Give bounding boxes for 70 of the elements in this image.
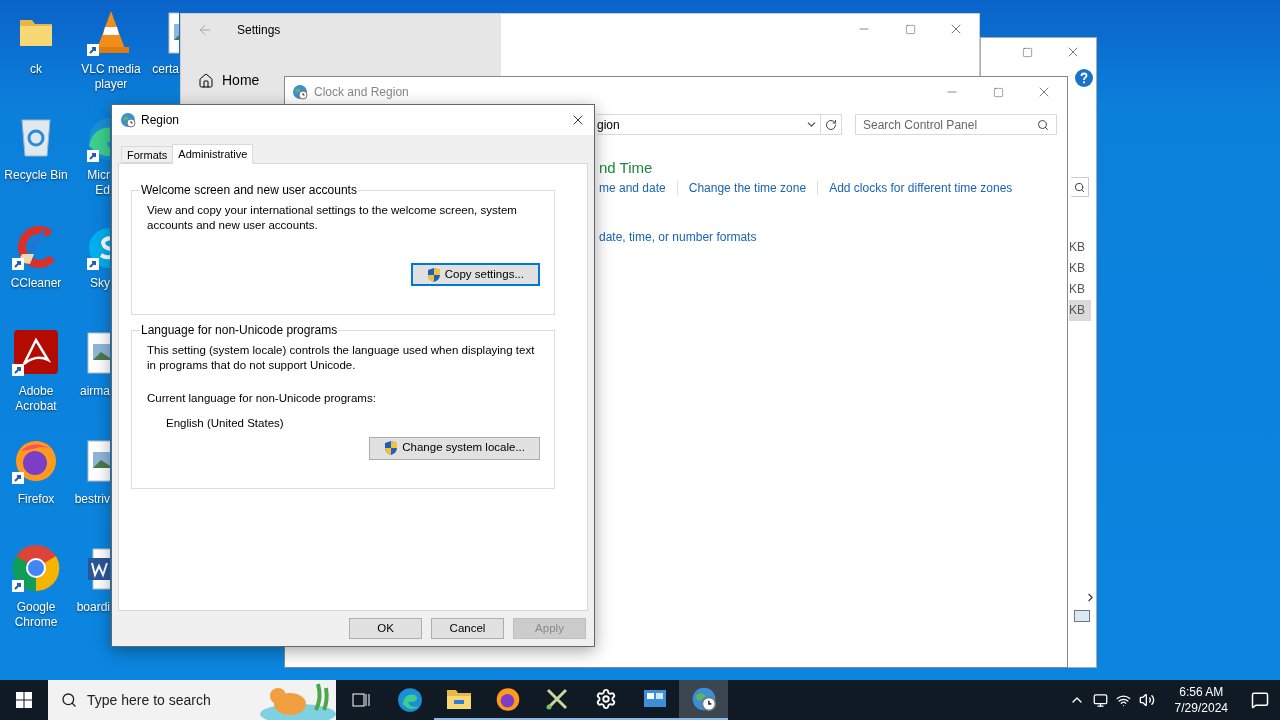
tab[interactable]: Formats (121, 146, 173, 163)
shortcut-arrow-icon (12, 472, 24, 484)
search-icon (61, 692, 77, 708)
description-text: View and copy your international settings to the welcome screen, system accounts and new user accounts. (147, 203, 518, 233)
clock[interactable]: 6:56 AM 7/29/2024 (1170, 684, 1232, 716)
file-size: KB (1069, 281, 1086, 298)
search-field[interactable] (1071, 177, 1089, 197)
help-icon[interactable] (1075, 69, 1093, 87)
search-field[interactable]: Search Control Panel (855, 114, 1057, 135)
section-heading: nd Time (599, 159, 653, 177)
field-label: Current language for non-Unicode programs: (147, 391, 377, 406)
windows-logo-icon (16, 692, 32, 708)
notifications-icon[interactable] (1251, 691, 1269, 709)
refresh-button[interactable] (821, 114, 842, 135)
shield-icon (384, 440, 399, 456)
desktop-icon-label[interactable]: VLC media player (73, 62, 149, 92)
link[interactable]: Add clocks for different time zones (829, 179, 1013, 197)
globe-clock-icon (690, 686, 717, 712)
maximize-icon (1021, 46, 1033, 58)
search-field[interactable]: Type here to search (48, 680, 336, 720)
maximize-icon (904, 23, 916, 35)
thumbnail-view-icon[interactable] (1074, 610, 1090, 622)
action-button[interactable]: Copy settings... (410, 263, 540, 286)
taskbar-button[interactable] (679, 680, 728, 720)
globe-clock-icon (120, 112, 136, 128)
group-title: Language for non-Unicode programs (140, 322, 339, 339)
task-view-icon (350, 691, 371, 709)
dialog-title: Region (141, 112, 180, 129)
search-icon (1037, 118, 1049, 131)
device-icon[interactable] (1092, 692, 1108, 708)
globe-clock-icon (292, 84, 308, 100)
locale-value: English (United States) (166, 416, 285, 432)
volume-icon[interactable] (1138, 692, 1155, 708)
group-title: Welcome screen and new user accounts (140, 182, 358, 199)
crossed-tools-icon (544, 687, 569, 711)
sidebar-item[interactable]: Home (222, 70, 260, 91)
firefox-icon (494, 686, 521, 712)
desktop-icon-label[interactable]: certa (147, 62, 179, 77)
search-icon (1074, 181, 1085, 193)
shortcut-arrow-icon (12, 258, 24, 270)
network-icon[interactable] (1115, 692, 1131, 708)
address-bar[interactable]: gion (597, 114, 821, 135)
file-size: KB (1069, 239, 1086, 256)
folder-icon (445, 688, 472, 710)
tab[interactable]: Administrative (172, 144, 254, 164)
dialog-button[interactable]: Cancel (431, 618, 504, 639)
shortcut-arrow-icon (87, 44, 99, 56)
shortcut-arrow-icon (87, 258, 99, 270)
desktop-icon-label[interactable]: ck (0, 62, 74, 77)
shortcut-arrow-icon (12, 580, 24, 592)
action-button[interactable]: Change system locale... (369, 436, 540, 460)
file-size: KB (1069, 260, 1086, 277)
control-panel-icon (642, 688, 667, 710)
file-size: KB (1069, 300, 1091, 321)
dialog-button[interactable]: OK (349, 618, 422, 639)
maximize-icon (992, 86, 1004, 98)
window-title: Clock and Region (314, 84, 409, 101)
refresh-icon (825, 118, 837, 131)
link[interactable]: me and date (599, 179, 666, 197)
link[interactable]: Change the time zone (688, 179, 807, 197)
shortcut-arrow-icon (12, 364, 24, 376)
description-text: This setting (system locale) controls the language used when displaying text in programs that do not support Unicode. (147, 343, 536, 373)
desktop-icon-label[interactable]: Recycle Bin (0, 168, 74, 183)
shield-icon (426, 266, 441, 283)
window-title: Settings (237, 22, 281, 39)
edge-icon (396, 687, 423, 713)
link[interactable]: date, time, or number formats (599, 228, 757, 246)
shortcut-arrow-icon (87, 150, 99, 162)
home-icon[interactable] (198, 72, 214, 89)
settings-icon (594, 688, 617, 710)
